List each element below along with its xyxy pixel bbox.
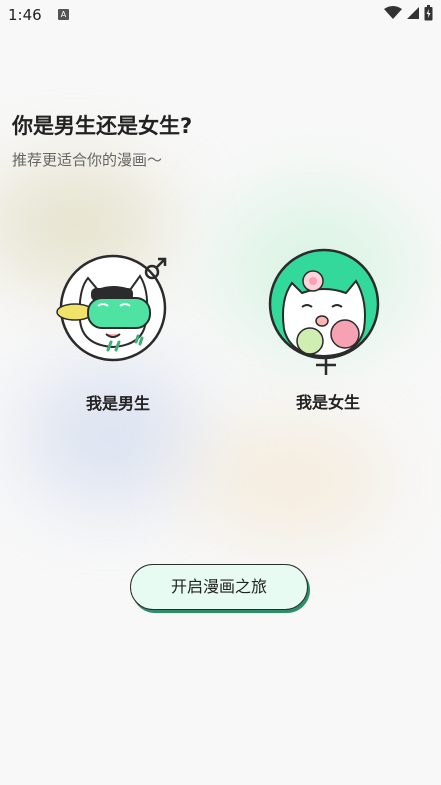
- page-subtitle: 推荐更适合你的漫画～: [12, 151, 163, 169]
- notification-icon: A: [58, 9, 69, 20]
- status-bar: 1:46 A: [0, 0, 441, 30]
- status-time: 1:46: [8, 6, 42, 24]
- wifi-icon: [384, 6, 402, 19]
- female-symbol-icon: [316, 355, 336, 375]
- system-icons: [384, 5, 433, 21]
- page-title: 你是男生还是女生?: [12, 114, 193, 138]
- start-journey-button[interactable]: 开启漫画之旅: [130, 564, 308, 610]
- bg-blob: [190, 420, 390, 540]
- option-male[interactable]: 我是男生: [48, 250, 188, 430]
- option-male-label: 我是男生: [85, 394, 150, 413]
- option-female[interactable]: 我是女生: [258, 245, 398, 425]
- signal-icon: [407, 7, 419, 19]
- battery-icon: [424, 5, 433, 21]
- option-female-label: 我是女生: [295, 393, 360, 412]
- male-symbol-icon: [144, 257, 167, 280]
